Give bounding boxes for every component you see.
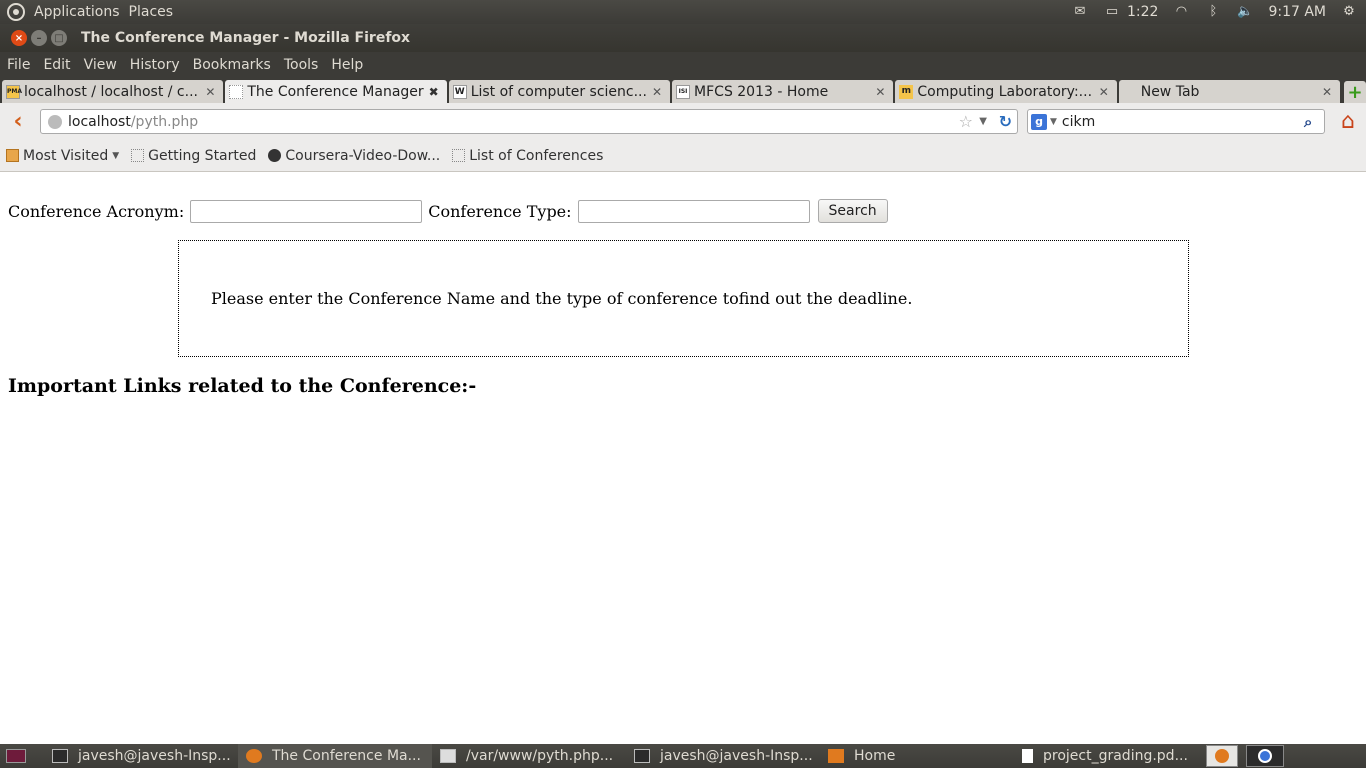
document-icon	[1022, 749, 1033, 763]
tab-new-tab[interactable]: New Tab ✕	[1118, 80, 1341, 103]
taskbar-item-pdf[interactable]: project_grading.pd...	[1014, 744, 1200, 768]
search-input[interactable]	[1061, 113, 1292, 130]
browser-menu-bar: File Edit View History Bookmarks Tools H…	[0, 52, 1366, 78]
search-button[interactable]: Search	[817, 199, 888, 223]
acronym-label: Conference Acronym:	[8, 201, 185, 221]
wikipedia-favicon-icon: W	[452, 84, 467, 99]
tab-computing-laboratory[interactable]: m Computing Laboratory:... ✕	[895, 80, 1117, 103]
window-minimize-icon[interactable]: –	[31, 30, 47, 46]
system-tray: ✉ ▭ 1:22 ◠ ᛒ 🔈 9:17 AM ⚙	[1071, 0, 1358, 24]
folder-icon	[828, 749, 844, 763]
bookmark-most-visited[interactable]: Most Visited ▼	[6, 148, 119, 164]
url-host: localhost	[68, 113, 131, 130]
mail-icon[interactable]: ✉	[1071, 5, 1089, 19]
bluetooth-icon[interactable]: ᛒ	[1204, 5, 1222, 19]
window-title-bar: × – □ The Conference Manager - Mozilla F…	[0, 24, 1366, 52]
taskbar-item-terminal-2[interactable]: javesh@javesh-Insp...	[626, 744, 820, 768]
reload-icon[interactable]: ↻	[999, 112, 1012, 131]
type-label: Conference Type:	[428, 201, 572, 221]
terminal-icon	[634, 749, 650, 763]
terminal-icon	[52, 749, 68, 763]
text-editor-icon	[440, 749, 456, 763]
battery-indicator[interactable]: ▭ 1:22	[1103, 4, 1159, 20]
firefox-workspace-icon[interactable]	[1206, 745, 1238, 767]
tab-localhost[interactable]: PMA localhost / localhost / c... ✕	[2, 80, 224, 103]
url-dropdown-icon[interactable]: ▼	[979, 116, 987, 127]
folder-icon	[6, 149, 19, 162]
tab-mfcs-2013[interactable]: ISI MFCS 2013 - Home ✕	[672, 80, 894, 103]
workspace-switcher-icon[interactable]	[1246, 745, 1284, 767]
ubuntu-logo-icon[interactable]	[7, 3, 25, 21]
volume-icon[interactable]: 🔈	[1236, 5, 1254, 19]
taskbar-item-terminal-1[interactable]: javesh@javesh-Insp...	[44, 744, 238, 768]
tab-close-icon[interactable]: ✕	[1097, 85, 1111, 99]
menu-bookmarks[interactable]: Bookmarks	[193, 57, 271, 73]
menu-history[interactable]: History	[130, 57, 180, 73]
window-title: The Conference Manager - Mozilla Firefox	[81, 30, 411, 46]
menu-file[interactable]: File	[7, 57, 30, 73]
gear-icon[interactable]: ⚙	[1340, 5, 1358, 19]
bottom-taskbar: javesh@javesh-Insp... The Conference Ma.…	[0, 744, 1366, 768]
show-desktop-icon[interactable]	[6, 749, 26, 763]
battery-icon: ▭	[1105, 4, 1119, 19]
taskbar-item-home-folder[interactable]: Home	[820, 744, 1014, 768]
menu-help[interactable]: Help	[331, 57, 363, 73]
menu-tools[interactable]: Tools	[284, 57, 319, 73]
applications-menu[interactable]: Applications	[34, 4, 120, 20]
type-input[interactable]	[577, 199, 810, 223]
important-links-heading: Important Links related to the Conferenc…	[8, 375, 477, 397]
window-maximize-icon[interactable]: □	[51, 30, 67, 46]
site-identity-icon[interactable]	[48, 114, 62, 129]
tab-conference-manager[interactable]: The Conference Manager ✖	[225, 80, 447, 103]
info-box: Please enter the Conference Name and the…	[178, 240, 1189, 357]
bookmark-list-of-conferences[interactable]: List of Conferences	[452, 148, 603, 164]
url-bar[interactable]: localhost/pyth.php ☆ ▼ ↻	[40, 109, 1018, 134]
phpmyadmin-favicon-icon: PMA	[6, 84, 22, 99]
firefox-icon	[246, 749, 262, 763]
blank-page-icon	[131, 149, 145, 162]
page-content: Conference Acronym: Conference Type: Sea…	[0, 173, 1366, 744]
isi-favicon-icon: ISI	[676, 84, 691, 99]
bookmark-star-icon[interactable]: ☆	[959, 112, 973, 131]
info-message: Please enter the Conference Name and the…	[211, 289, 913, 308]
github-icon	[268, 149, 282, 162]
url-path: /pyth.php	[130, 113, 199, 130]
taskbar-item-firefox[interactable]: The Conference Ma...	[238, 744, 432, 768]
taskbar-item-editor[interactable]: /var/www/pyth.php...	[432, 744, 626, 768]
tab-close-icon[interactable]: ✕	[873, 85, 887, 99]
bookmarks-toolbar: Most Visited ▼ Getting Started Coursera-…	[0, 140, 1366, 172]
chevron-down-icon: ▼	[112, 150, 120, 161]
conference-search-form: Conference Acronym: Conference Type: Sea…	[8, 199, 888, 223]
tab-close-icon[interactable]: ✕	[1320, 85, 1334, 99]
wifi-icon[interactable]: ◠	[1172, 5, 1190, 19]
menu-edit[interactable]: Edit	[43, 57, 70, 73]
google-engine-icon[interactable]: g	[1031, 113, 1047, 130]
engine-dropdown-icon[interactable]: ▼	[1050, 117, 1057, 127]
home-icon[interactable]: ⌂	[1336, 111, 1360, 133]
page-favicon-icon	[229, 84, 244, 99]
bookmark-coursera-video[interactable]: Coursera-Video-Dow...	[268, 148, 440, 164]
tab-close-icon[interactable]: ✕	[203, 85, 217, 99]
tab-strip: PMA localhost / localhost / c... ✕ The C…	[0, 78, 1366, 103]
blank-favicon-icon	[1123, 85, 1137, 99]
places-menu[interactable]: Places	[129, 4, 174, 20]
menu-view[interactable]: View	[84, 57, 117, 73]
tab-close-icon[interactable]: ✖	[427, 85, 441, 99]
search-bar[interactable]: g ▼ ⌕	[1027, 109, 1325, 134]
battery-time: 1:22	[1127, 4, 1159, 20]
navigation-bar: ‹ localhost/pyth.php ☆ ▼ ↻ g ▼ ⌕ ⌂	[0, 103, 1366, 140]
blank-page-icon	[452, 149, 466, 162]
back-arrow-icon[interactable]: ‹	[6, 109, 30, 134]
tab-close-icon[interactable]: ✕	[650, 85, 664, 99]
tab-list-of-cs-conferences[interactable]: W List of computer scienc... ✕	[448, 80, 671, 103]
bookmark-getting-started[interactable]: Getting Started	[131, 148, 256, 164]
system-top-panel: Applications Places ✉ ▭ 1:22 ◠ ᛒ 🔈 9:17 …	[0, 0, 1366, 24]
oxford-favicon-icon: m	[899, 84, 914, 99]
window-close-icon[interactable]: ×	[11, 30, 27, 46]
acronym-input[interactable]	[190, 199, 423, 223]
clock[interactable]: 9:17 AM	[1268, 4, 1326, 20]
new-tab-plus-icon[interactable]: +	[1344, 81, 1366, 103]
search-magnifier-icon[interactable]: ⌕	[1304, 113, 1320, 131]
